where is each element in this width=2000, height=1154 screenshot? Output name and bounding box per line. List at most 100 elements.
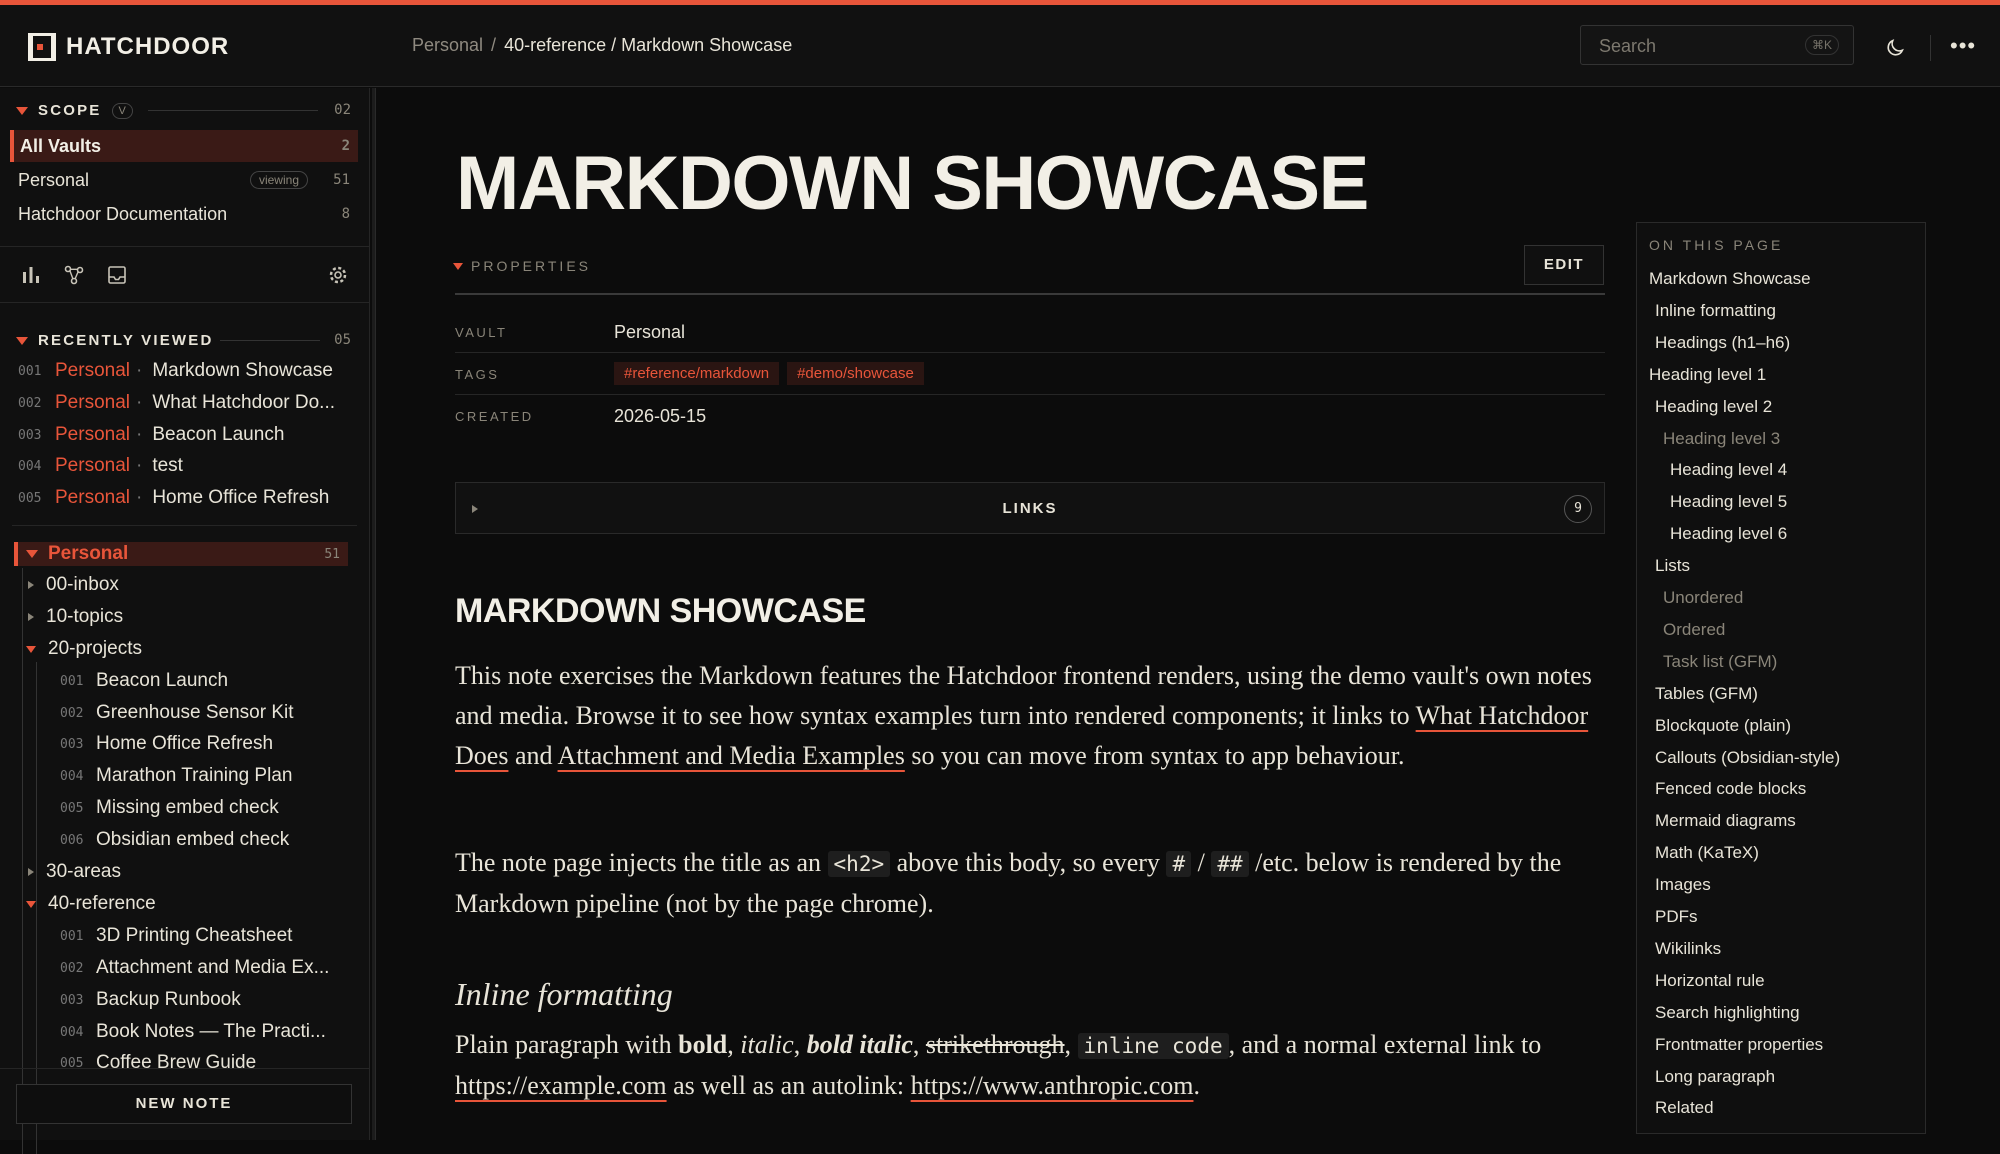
breadcrumb-root[interactable]: Personal [412, 35, 483, 55]
breadcrumb: Personal / 40-reference / Markdown Showcas… [412, 35, 792, 56]
recent-item[interactable]: 001 Personal · Markdown Showcase [18, 360, 333, 382]
toc-item[interactable]: Math (KaTeX) [1655, 843, 1759, 863]
tree-note[interactable]: 003 Home Office Refresh [60, 733, 273, 755]
tree-note[interactable]: 002 Greenhouse Sensor Kit [60, 702, 294, 724]
toc-item[interactable]: Heading level 1 [1649, 365, 1766, 385]
note-number: 001 [60, 928, 84, 944]
vault-personal[interactable]: Personal viewing 51 [10, 164, 358, 196]
vault-all[interactable]: All Vaults 2 [10, 130, 358, 162]
tags-list: #reference/markdown #demo/showcase [614, 362, 932, 385]
vault-count: 2 [341, 138, 350, 154]
recent-item[interactable]: 002 Personal · What Hatchdoor Do... [18, 392, 335, 414]
tree-note[interactable]: 002 Attachment and Media Ex... [60, 957, 329, 979]
toc-item[interactable]: Callouts (Obsidian-style) [1655, 748, 1840, 768]
toc-item[interactable]: PDFs [1655, 907, 1698, 927]
tree-note[interactable]: 001 Beacon Launch [60, 670, 228, 692]
recent-header[interactable]: RECENTLY VIEWED [16, 332, 214, 349]
note-label: Marathon Training Plan [96, 765, 293, 786]
toc-item[interactable]: Frontmatter properties [1655, 1035, 1823, 1055]
search-input[interactable]: Search ⌘K [1580, 25, 1854, 65]
tree-root-personal[interactable]: Personal 51 [14, 542, 348, 566]
theme-toggle-moon-icon[interactable] [1884, 37, 1906, 59]
inline-code: # [1166, 851, 1192, 877]
toc-item[interactable]: Images [1655, 875, 1711, 895]
tree-folder[interactable]: 00-inbox [28, 574, 119, 596]
note-label: Attachment and Media Ex... [96, 957, 330, 978]
text: and [508, 741, 558, 770]
links-panel-toggle[interactable]: LINKS 9 [455, 482, 1605, 534]
external-link[interactable]: https://example.com [455, 1071, 667, 1100]
toc-item[interactable]: Long paragraph [1655, 1067, 1775, 1087]
recent-item[interactable]: 004 Personal · test [18, 455, 183, 477]
wikilink[interactable]: Attachment and Media Examples [558, 741, 905, 770]
toc-item[interactable]: Task list (GFM) [1663, 652, 1777, 672]
toc-item[interactable]: Fenced code blocks [1655, 779, 1806, 799]
tree-note[interactable]: 006 Obsidian embed check [60, 829, 289, 851]
inbox-icon[interactable] [106, 264, 128, 286]
toc-item[interactable]: Heading level 5 [1670, 492, 1787, 512]
bar-chart-icon[interactable] [20, 264, 42, 286]
separator-dot: · [136, 455, 143, 476]
more-menu-icon[interactable]: ••• [1950, 33, 1976, 59]
vault-hatchdoor-docs[interactable]: Hatchdoor Documentation 8 [10, 198, 358, 230]
recent-title: RECENTLY VIEWED [38, 332, 214, 349]
bold-italic-text: bold italic [806, 1030, 913, 1059]
item-vault: Personal [55, 455, 130, 476]
recent-item[interactable]: 003 Personal · Beacon Launch [18, 424, 284, 446]
toc-item[interactable]: Related [1655, 1098, 1714, 1118]
tree-note[interactable]: 004 Book Notes — The Practi... [60, 1021, 326, 1043]
toc-item[interactable]: Heading level 4 [1670, 460, 1787, 480]
tree-note[interactable]: 004 Marathon Training Plan [60, 765, 292, 787]
property-value[interactable]: Personal [614, 322, 685, 343]
gear-icon[interactable] [327, 264, 349, 286]
toc-item[interactable]: Blockquote (plain) [1655, 716, 1791, 736]
graph-icon[interactable] [63, 264, 85, 286]
item-title: Markdown Showcase [152, 360, 333, 381]
tree-note[interactable]: 003 Backup Runbook [60, 989, 241, 1011]
tree-folder[interactable]: 20-projects [26, 638, 142, 660]
item-vault: Personal [55, 424, 130, 445]
new-note-button[interactable]: NEW NOTE [16, 1084, 352, 1124]
item-title: Beacon Launch [152, 424, 285, 445]
divider [12, 525, 357, 526]
toolbar-divider [1930, 35, 1931, 61]
toc-item[interactable]: Tables (GFM) [1655, 684, 1758, 704]
recent-item[interactable]: 005 Personal · Home Office Refresh [18, 487, 329, 509]
toc-item[interactable]: Heading level 2 [1655, 397, 1772, 417]
item-number: 004 [18, 458, 42, 474]
toc-item[interactable]: Heading level 3 [1663, 429, 1780, 449]
tree-folder[interactable]: 30-areas [28, 861, 121, 883]
tree-note[interactable]: 005 Coffee Brew Guide [60, 1052, 256, 1068]
toc-item[interactable]: Wikilinks [1655, 939, 1721, 959]
toc-item[interactable]: Mermaid diagrams [1655, 811, 1796, 831]
expanded-triangle-icon [26, 900, 36, 908]
tree-root-label: Personal [48, 543, 129, 564]
tree-folder[interactable]: 10-topics [28, 606, 123, 628]
edit-button[interactable]: EDIT [1524, 245, 1604, 285]
vault-count: 51 [333, 172, 350, 188]
breadcrumb-current: 40-reference / Markdown Showcase [504, 35, 793, 55]
toc-item[interactable]: Ordered [1663, 620, 1725, 640]
tag-chip[interactable]: #reference/markdown [614, 362, 780, 385]
toc-item[interactable]: Lists [1655, 556, 1690, 576]
autolink[interactable]: https://www.anthropic.com [911, 1071, 1194, 1100]
toc-item[interactable]: Inline formatting [1655, 301, 1776, 321]
tag-chip[interactable]: #demo/showcase [787, 362, 924, 385]
properties-toggle[interactable]: PROPERTIES [453, 258, 591, 274]
tree-note[interactable]: 005 Missing embed check [60, 797, 279, 819]
toc-item[interactable]: Search highlighting [1655, 1003, 1800, 1023]
sidebar-resize-handle[interactable] [372, 88, 376, 1140]
toc-item[interactable]: Unordered [1663, 588, 1743, 608]
note-number: 005 [60, 800, 84, 816]
app-logo[interactable]: HATCHDOOR [28, 33, 229, 61]
item-title: What Hatchdoor Do... [152, 392, 336, 413]
scope-header[interactable]: SCOPE V [16, 102, 133, 119]
toc-item[interactable]: Headings (h1–h6) [1655, 333, 1790, 353]
toc-item[interactable]: Markdown Showcase [1649, 269, 1811, 289]
inline-code: inline code [1077, 1033, 1229, 1059]
folder-label: 40-reference [48, 893, 156, 914]
toc-item[interactable]: Horizontal rule [1655, 971, 1765, 991]
tree-folder[interactable]: 40-reference [26, 893, 156, 915]
tree-note[interactable]: 001 3D Printing Cheatsheet [60, 925, 292, 947]
toc-item[interactable]: Heading level 6 [1670, 524, 1787, 544]
